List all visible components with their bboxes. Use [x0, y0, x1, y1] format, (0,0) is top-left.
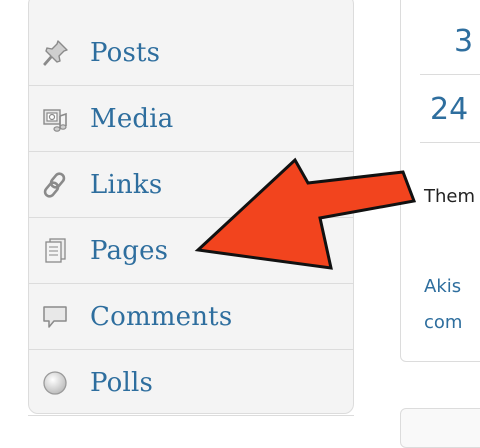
menu-item-pages[interactable]: Pages [28, 218, 354, 284]
theme-text: Them [424, 186, 476, 207]
dashboard-widget [400, 408, 480, 448]
menu-item-label: Pages [90, 235, 169, 266]
menu-item-links[interactable]: Links [28, 152, 354, 218]
stat-count[interactable]: 24 [430, 92, 468, 127]
menu-item-label: Polls [90, 367, 154, 398]
menu-item-comments[interactable]: Comments [28, 284, 354, 350]
divider [420, 74, 480, 75]
menu-item-label: Links [90, 169, 163, 200]
plugin-link[interactable]: Akis [424, 276, 461, 297]
menu-item-label: Posts [90, 37, 161, 68]
speech-bubble-icon [40, 302, 70, 332]
plugin-link[interactable]: com [424, 312, 462, 333]
divider [420, 142, 480, 143]
chain-link-icon [40, 170, 70, 200]
pushpin-icon [40, 38, 70, 68]
pages-icon [40, 236, 70, 266]
media-icon [40, 104, 70, 134]
menu-item-label: Comments [90, 301, 233, 332]
menu-item-label: Media [90, 103, 174, 134]
menu-item-media[interactable]: Media [28, 86, 354, 152]
stat-count[interactable]: 3 [454, 24, 473, 59]
menu-item-polls[interactable]: Polls [28, 350, 354, 416]
menu-item-posts[interactable]: Posts [28, 20, 354, 86]
circle-icon [40, 368, 70, 398]
